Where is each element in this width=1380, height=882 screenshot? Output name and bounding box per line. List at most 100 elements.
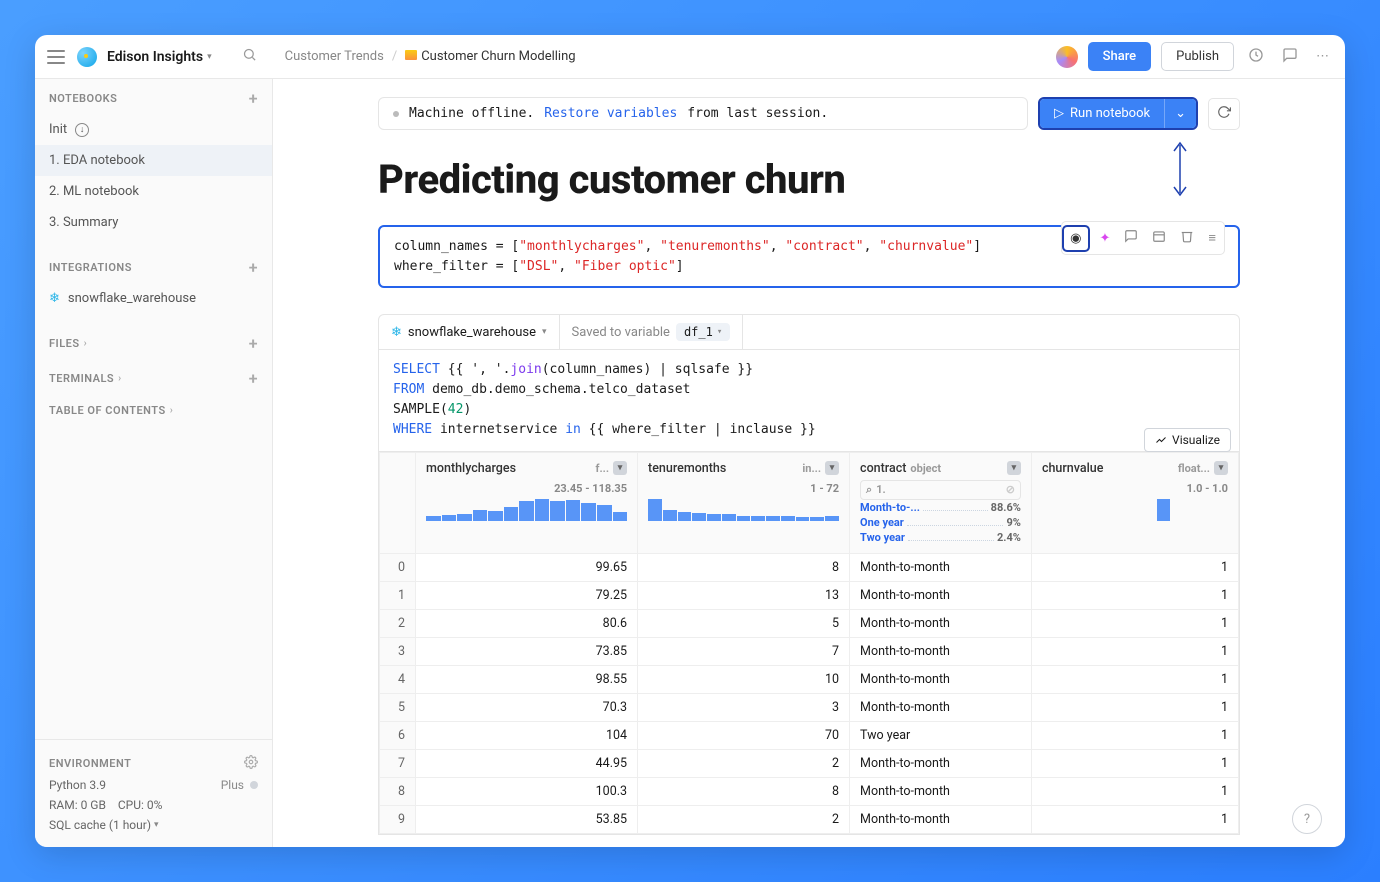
table-row[interactable]: 373.857Month-to-month1 bbox=[380, 637, 1239, 665]
files-header[interactable]: FILES› + bbox=[35, 324, 272, 359]
sparkline-icon bbox=[426, 499, 627, 521]
page-title: Predicting customer churn bbox=[378, 156, 1240, 203]
env-python: Python 3.9 Plus bbox=[49, 775, 258, 795]
clock-icon[interactable] bbox=[1244, 43, 1268, 71]
add-terminal-icon[interactable]: + bbox=[249, 369, 258, 388]
column-menu-icon[interactable]: ▾ bbox=[613, 461, 627, 475]
help-button[interactable]: ? bbox=[1292, 804, 1322, 834]
run-notebook-group: ▷ Run notebook ⌄ bbox=[1038, 97, 1198, 130]
notebook-icon bbox=[405, 50, 417, 60]
app-window: Edison Insights ▾ Customer Trends / Cust… bbox=[35, 35, 1345, 847]
env-header: ENVIRONMENT bbox=[49, 752, 258, 775]
restore-link[interactable]: Restore variables bbox=[544, 106, 677, 121]
workspace-name[interactable]: Edison Insights bbox=[107, 49, 203, 65]
chevron-right-icon: › bbox=[170, 405, 174, 416]
more-icon[interactable]: ≡ bbox=[1202, 225, 1222, 251]
trash-icon[interactable] bbox=[1174, 224, 1200, 252]
chevron-down-icon: ▾ bbox=[717, 327, 722, 337]
sidebar-item-ml[interactable]: 2. ML notebook bbox=[35, 176, 272, 207]
cell-run-button[interactable]: ◉ bbox=[1062, 225, 1089, 252]
chevron-down-icon: ▾ bbox=[154, 820, 159, 830]
column-menu-icon[interactable]: ▾ bbox=[1007, 461, 1021, 475]
status-dot-icon bbox=[393, 111, 399, 117]
sidebar-item-summary[interactable]: 3. Summary bbox=[35, 207, 272, 238]
column-header[interactable]: monthlycharges f...▾23.45 - 118.35 bbox=[416, 452, 638, 553]
comment-icon[interactable] bbox=[1278, 43, 1302, 71]
clear-icon: ⊘ bbox=[1006, 483, 1015, 496]
env-cache[interactable]: SQL cache (1 hour) ▾ bbox=[49, 815, 258, 835]
sidebar-item-init[interactable]: Init ↓ bbox=[35, 114, 272, 145]
chevron-right-icon: › bbox=[84, 338, 88, 349]
snowflake-icon: ❄ bbox=[49, 291, 60, 306]
arrow-annotation-icon bbox=[1170, 139, 1190, 199]
main-content: Machine offline. Restore variables from … bbox=[273, 79, 1345, 847]
breadcrumb: Customer Trends / Customer Churn Modelli… bbox=[285, 49, 576, 64]
sql-cell[interactable]: SELECT {{ ', '.join(column_names) | sqls… bbox=[378, 350, 1240, 452]
publish-button[interactable]: Publish bbox=[1161, 42, 1234, 71]
add-integration-icon[interactable]: + bbox=[249, 258, 258, 277]
logo-icon bbox=[77, 47, 97, 67]
column-header[interactable]: churnvalue float...▾1.0 - 1.0 bbox=[1031, 452, 1238, 553]
status-dot-icon bbox=[250, 781, 258, 789]
breadcrumb-current[interactable]: Customer Churn Modelling bbox=[405, 49, 575, 64]
table-row[interactable]: 610470Two year1 bbox=[380, 721, 1239, 749]
chevron-down-icon: ▾ bbox=[542, 327, 547, 337]
sql-cell-header: ❄ snowflake_warehouse ▾ Saved to variabl… bbox=[378, 314, 1240, 350]
sql-connection[interactable]: ❄ snowflake_warehouse ▾ bbox=[379, 315, 560, 349]
column-menu-icon[interactable]: ▾ bbox=[1214, 461, 1228, 475]
table-row[interactable]: 8100.38Month-to-month1 bbox=[380, 777, 1239, 805]
notebooks-header: NOTEBOOKS + bbox=[35, 79, 272, 114]
sql-variable[interactable]: Saved to variable df_1 ▾ bbox=[560, 315, 744, 349]
share-button[interactable]: Share bbox=[1088, 42, 1152, 71]
add-notebook-icon[interactable]: + bbox=[249, 89, 258, 108]
integrations-header: INTEGRATIONS + bbox=[35, 248, 272, 283]
table-row[interactable]: 498.5510Month-to-month1 bbox=[380, 665, 1239, 693]
env-tier: Plus bbox=[221, 778, 244, 792]
status-suffix: from last session. bbox=[687, 106, 828, 121]
breadcrumb-separator: / bbox=[392, 49, 397, 64]
toc-header[interactable]: TABLE OF CONTENTS› bbox=[35, 394, 272, 423]
add-file-icon[interactable]: + bbox=[249, 334, 258, 353]
variable-chip[interactable]: df_1 ▾ bbox=[676, 323, 730, 341]
table-row[interactable]: 744.952Month-to-month1 bbox=[380, 749, 1239, 777]
column-filter-input[interactable]: ⌕ 1.⊘ bbox=[860, 480, 1021, 500]
sidebar-item-snowflake[interactable]: ❄ snowflake_warehouse bbox=[35, 283, 272, 314]
chevron-down-icon: ⌄ bbox=[1175, 106, 1186, 121]
table-row[interactable]: 099.658Month-to-month1 bbox=[380, 553, 1239, 581]
visualize-button[interactable]: Visualize bbox=[1144, 428, 1231, 452]
download-icon: ↓ bbox=[75, 123, 89, 137]
calendar-icon[interactable] bbox=[1146, 224, 1172, 252]
ai-icon[interactable]: ✦ bbox=[1094, 226, 1117, 251]
comment-icon[interactable] bbox=[1118, 224, 1144, 252]
breadcrumb-parent[interactable]: Customer Trends bbox=[285, 49, 384, 64]
run-dropdown-button[interactable]: ⌄ bbox=[1164, 99, 1196, 128]
sidebar-item-eda[interactable]: 1. EDA notebook bbox=[35, 145, 272, 176]
table-row[interactable]: 179.2513Month-to-month1 bbox=[380, 581, 1239, 609]
topbar: Edison Insights ▾ Customer Trends / Cust… bbox=[35, 35, 1345, 79]
status-row: Machine offline. Restore variables from … bbox=[378, 97, 1240, 130]
sidebar: NOTEBOOKS + Init ↓ 1. EDA notebook 2. ML… bbox=[35, 79, 273, 847]
refresh-button[interactable] bbox=[1208, 98, 1240, 130]
column-header[interactable]: contract object▾⌕ 1.⊘Month-to-...88.6%On… bbox=[850, 452, 1032, 553]
avatar[interactable] bbox=[1056, 46, 1078, 68]
table-row[interactable]: 280.65Month-to-month1 bbox=[380, 609, 1239, 637]
sparkline-icon bbox=[648, 499, 839, 521]
chevron-right-icon: › bbox=[118, 373, 122, 384]
gear-icon[interactable] bbox=[244, 755, 258, 772]
play-icon: ▷ bbox=[1054, 106, 1064, 121]
topbar-right: Share Publish ⋯ bbox=[1056, 42, 1333, 71]
environment-panel: ENVIRONMENT Python 3.9 Plus RAM: 0 GB CP… bbox=[35, 739, 272, 847]
more-icon[interactable]: ⋯ bbox=[1312, 45, 1333, 68]
table-row[interactable]: 570.33Month-to-month1 bbox=[380, 693, 1239, 721]
terminals-header[interactable]: TERMINALS› + bbox=[35, 359, 272, 394]
table-output: Visualize monthlycharges f...▾23.45 - 11… bbox=[378, 452, 1240, 835]
menu-icon[interactable] bbox=[47, 50, 65, 64]
cell-toolbar: ◉ ✦ ≡ bbox=[1061, 221, 1225, 255]
search-icon[interactable] bbox=[242, 47, 257, 66]
chevron-down-icon[interactable]: ▾ bbox=[207, 52, 212, 62]
column-menu-icon[interactable]: ▾ bbox=[825, 461, 839, 475]
search-icon: ⌕ bbox=[866, 483, 872, 497]
column-header[interactable]: tenuremonths in...▾1 - 72 bbox=[638, 452, 850, 553]
run-notebook-button[interactable]: ▷ Run notebook bbox=[1040, 99, 1164, 128]
table-row[interactable]: 953.852Month-to-month1 bbox=[380, 805, 1239, 833]
